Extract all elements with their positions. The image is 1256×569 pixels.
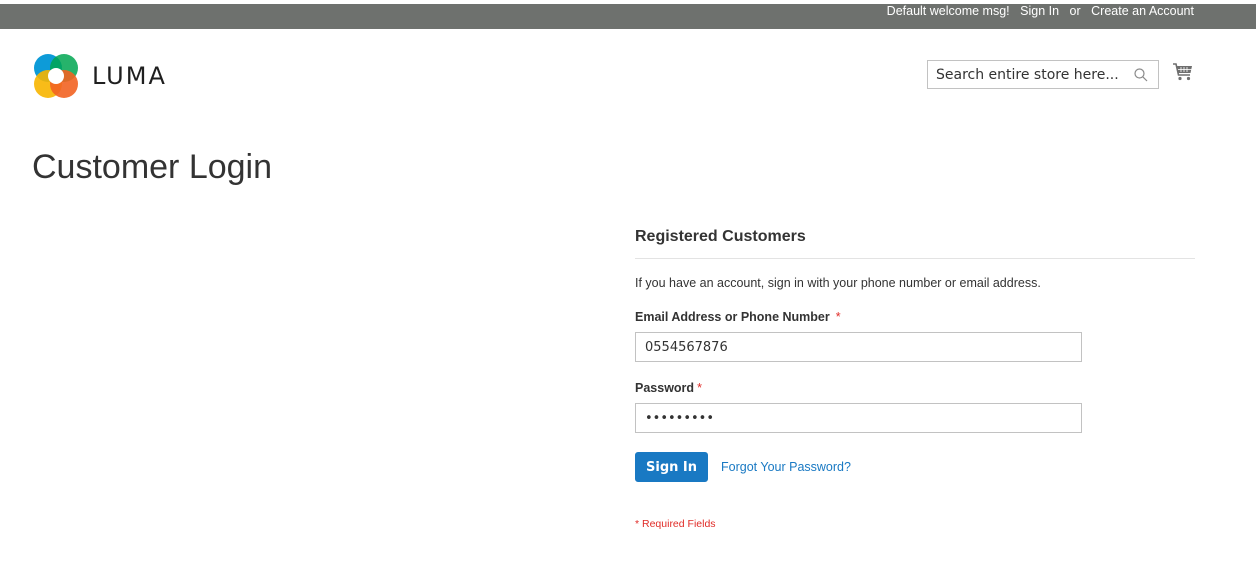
welcome-message: Default welcome msg! [886,4,1010,18]
top-bar: Default welcome msg! Sign In or Create a… [0,4,1256,29]
sign-in-link[interactable]: Sign In [1020,4,1059,18]
page-title: Customer Login [32,148,273,186]
luma-logo-icon [34,54,78,98]
forgot-password-link[interactable]: Forgot Your Password? [721,460,851,474]
sign-in-button[interactable]: Sign In [635,452,708,482]
header-links: Default welcome msg! Sign In or Create a… [880,4,1194,29]
email-field[interactable] [635,332,1082,362]
login-intro: If you have an account, sign in with you… [635,276,1041,290]
create-account-link[interactable]: Create an Account [1091,4,1194,18]
required-fields-note: * Required Fields [635,518,716,530]
luma-logo[interactable]: LUMA [32,52,192,100]
login-actions: Sign In Forgot Your Password? [635,452,1195,482]
or-separator: or [1069,4,1081,18]
required-marker: * [835,310,841,324]
password-label: Password * [635,380,1195,396]
required-marker: * [697,381,702,395]
search-input[interactable] [928,61,1136,88]
email-label: Email Address or Phone Number * [635,309,1195,325]
email-label-text: Email Address or Phone Number [635,310,830,324]
logo-text: LUMA [92,62,167,90]
password-label-text: Password [635,381,695,395]
cart-icon[interactable] [1172,62,1194,82]
search-icon[interactable] [1134,68,1148,82]
block-title: Registered Customers [635,222,1195,259]
search-box [927,60,1159,89]
password-field[interactable] [635,403,1082,433]
login-block: Registered Customers If you have an acco… [635,222,1195,530]
